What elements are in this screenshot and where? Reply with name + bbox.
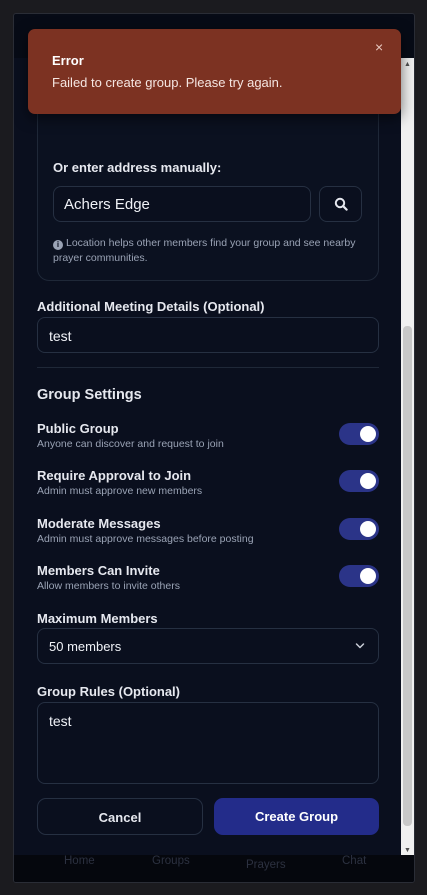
- location-help-text: i Location helps other members find your …: [53, 237, 356, 264]
- search-icon: [334, 197, 348, 211]
- toast-title: Error: [52, 53, 84, 68]
- meeting-details-input[interactable]: test: [37, 317, 379, 353]
- section-divider: [37, 367, 379, 368]
- members-can-invite-toggle[interactable]: [339, 565, 379, 587]
- setting-members-can-invite: Members Can Invite Allow members to invi…: [37, 563, 379, 597]
- manual-address-label: Or enter address manually:: [53, 160, 222, 175]
- modal-window: Or enter address manually: Achers Edge i…: [13, 13, 415, 883]
- moderate-messages-toggle[interactable]: [339, 518, 379, 540]
- create-group-button[interactable]: Create Group: [214, 798, 379, 835]
- max-members-select[interactable]: 50 members: [37, 628, 379, 664]
- info-icon: i: [53, 240, 63, 250]
- nav-chat[interactable]: Chat: [342, 855, 366, 867]
- bottom-nav: Home Groups Prayers Chat: [14, 855, 414, 882]
- scroll-up-arrow[interactable]: ▲: [401, 58, 414, 71]
- toggle-knob: [360, 473, 376, 489]
- setting-moderate-messages: Moderate Messages Admin must approve mes…: [37, 516, 379, 550]
- nav-prayers[interactable]: Prayers: [246, 859, 286, 871]
- scrollbar[interactable]: ▲ ▼: [401, 58, 414, 857]
- group-rules-label: Group Rules (Optional): [37, 684, 180, 699]
- scrollbar-thumb[interactable]: [403, 326, 412, 826]
- nav-groups[interactable]: Groups: [152, 855, 190, 867]
- setting-description: Allow members to invite others: [37, 580, 180, 592]
- chevron-down-icon: [355, 643, 365, 649]
- setting-title: Members Can Invite: [37, 563, 160, 578]
- setting-title: Public Group: [37, 421, 119, 436]
- public-group-toggle[interactable]: [339, 423, 379, 445]
- create-group-form: Or enter address manually: Achers Edge i…: [14, 58, 403, 857]
- cancel-button[interactable]: Cancel: [37, 798, 203, 835]
- meeting-details-label: Additional Meeting Details (Optional): [37, 299, 265, 314]
- close-icon[interactable]: ×: [375, 40, 387, 54]
- address-input[interactable]: Achers Edge: [53, 186, 311, 222]
- toast-message: Failed to create group. Please try again…: [52, 75, 283, 90]
- setting-description: Anyone can discover and request to join: [37, 438, 224, 450]
- address-search-button[interactable]: [319, 186, 362, 222]
- require-approval-toggle[interactable]: [339, 470, 379, 492]
- group-rules-textarea[interactable]: test: [37, 702, 379, 784]
- toggle-knob: [360, 521, 376, 537]
- toggle-knob: [360, 568, 376, 584]
- nav-home[interactable]: Home: [64, 855, 95, 867]
- setting-require-approval: Require Approval to Join Admin must appr…: [37, 468, 379, 502]
- toggle-knob: [360, 426, 376, 442]
- setting-description: Admin must approve new members: [37, 485, 203, 497]
- setting-title: Moderate Messages: [37, 516, 161, 531]
- setting-title: Require Approval to Join: [37, 468, 192, 483]
- max-members-label: Maximum Members: [37, 611, 158, 626]
- setting-description: Admin must approve messages before posti…: [37, 533, 254, 545]
- max-members-value: 50 members: [49, 639, 122, 654]
- error-toast: Error Failed to create group. Please try…: [28, 29, 401, 114]
- group-settings-title: Group Settings: [37, 387, 142, 403]
- setting-public-group: Public Group Anyone can discover and req…: [37, 421, 379, 455]
